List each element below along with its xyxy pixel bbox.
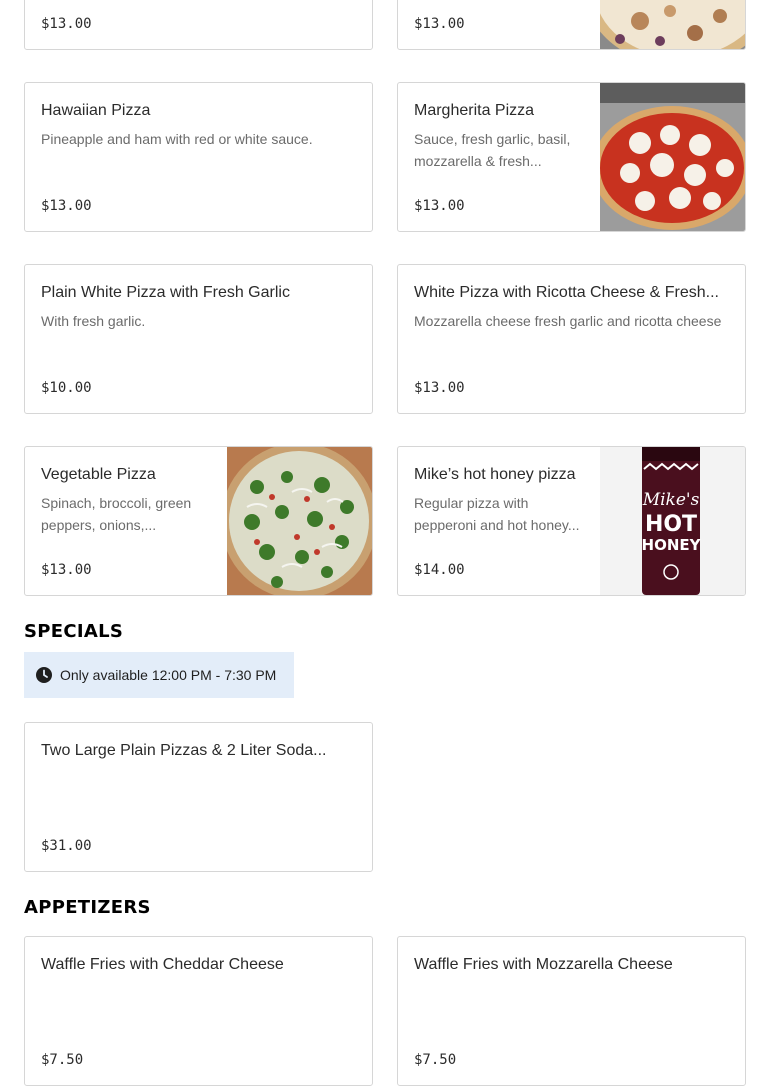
menu-item-white-ricotta-pizza[interactable]: White Pizza with Ricotta Cheese & Fresh.… bbox=[397, 264, 746, 414]
item-description: Pineapple and ham with red or white sauc… bbox=[41, 131, 313, 147]
menu-item-vegetable-pizza[interactable]: Vegetable Pizza Spinach, broccoli, green… bbox=[24, 446, 373, 596]
item-price: $7.50 bbox=[41, 1052, 84, 1068]
item-description: Spinach, broccoli, green peppers, onions… bbox=[41, 495, 192, 533]
item-price: $10.00 bbox=[41, 380, 92, 396]
label-hot: HOT bbox=[645, 512, 697, 537]
section-heading-appetizers: APPETIZERS bbox=[24, 897, 151, 918]
item-title: Plain White Pizza with Fresh Garlic bbox=[41, 284, 290, 301]
item-title: Hawaiian Pizza bbox=[41, 102, 151, 119]
item-description: Mozzarella cheese fresh garlic and ricot… bbox=[414, 313, 722, 329]
item-description: With fresh garlic. bbox=[41, 313, 146, 329]
section-heading-specials: SPECIALS bbox=[24, 621, 124, 642]
pizza-photo bbox=[600, 0, 745, 49]
item-price: $13.00 bbox=[414, 198, 465, 214]
item-title: Two Large Plain Pizzas & 2 Liter Soda... bbox=[41, 742, 327, 759]
item-price: $13.00 bbox=[41, 562, 92, 578]
item-price: $14.00 bbox=[414, 562, 465, 578]
item-title: Margherita Pizza bbox=[414, 102, 535, 119]
menu-item-waffle-fries-mozzarella[interactable]: Waffle Fries with Mozzarella Cheese $7.5… bbox=[397, 936, 746, 1086]
label-mikes: Mike's bbox=[642, 490, 700, 510]
menu-item-card[interactable]: $13.00 bbox=[397, 0, 746, 50]
menu-item-waffle-fries-cheddar[interactable]: Waffle Fries with Cheddar Cheese $7.50 bbox=[24, 936, 373, 1086]
vegetable-pizza-photo bbox=[227, 447, 372, 595]
item-title: White Pizza with Ricotta Cheese & Fresh.… bbox=[414, 284, 719, 301]
item-price: $13.00 bbox=[414, 380, 465, 396]
hot-honey-bottle-photo: Mike's HOT HONEY bbox=[600, 447, 745, 595]
item-price: $13.00 bbox=[414, 16, 465, 32]
item-price: $13.00 bbox=[41, 198, 92, 214]
menu-item-card[interactable]: $13.00 bbox=[24, 0, 373, 50]
menu-item-margherita-pizza[interactable]: Margherita Pizza Sauce, fresh garlic, ba… bbox=[397, 82, 746, 232]
clock-icon bbox=[36, 667, 52, 683]
item-title: Waffle Fries with Cheddar Cheese bbox=[41, 956, 284, 973]
item-price: $31.00 bbox=[41, 838, 92, 854]
menu-item-two-large-plain-pizzas[interactable]: Two Large Plain Pizzas & 2 Liter Soda...… bbox=[24, 722, 373, 872]
availability-banner: Only available 12:00 PM - 7:30 PM bbox=[24, 652, 294, 698]
item-description: Sauce, fresh garlic, basil, mozzarella &… bbox=[414, 131, 571, 169]
item-title: Mike’s hot honey pizza bbox=[414, 466, 576, 483]
item-title: Waffle Fries with Mozzarella Cheese bbox=[414, 956, 673, 973]
menu-item-plain-white-pizza[interactable]: Plain White Pizza with Fresh Garlic With… bbox=[24, 264, 373, 414]
availability-text: Only available 12:00 PM - 7:30 PM bbox=[60, 667, 277, 683]
item-price: $7.50 bbox=[414, 1052, 457, 1068]
item-price: $13.00 bbox=[41, 16, 92, 32]
menu-item-hawaiian-pizza[interactable]: Hawaiian Pizza Pineapple and ham with re… bbox=[24, 82, 373, 232]
label-honey: HONEY bbox=[642, 536, 702, 554]
menu-item-mikes-hot-honey-pizza[interactable]: Mike’s hot honey pizza Regular pizza wit… bbox=[397, 446, 746, 596]
item-description: Regular pizza with pepperoni and hot hon… bbox=[414, 495, 580, 533]
item-title: Vegetable Pizza bbox=[41, 466, 156, 483]
margherita-pizza-photo bbox=[600, 83, 745, 231]
